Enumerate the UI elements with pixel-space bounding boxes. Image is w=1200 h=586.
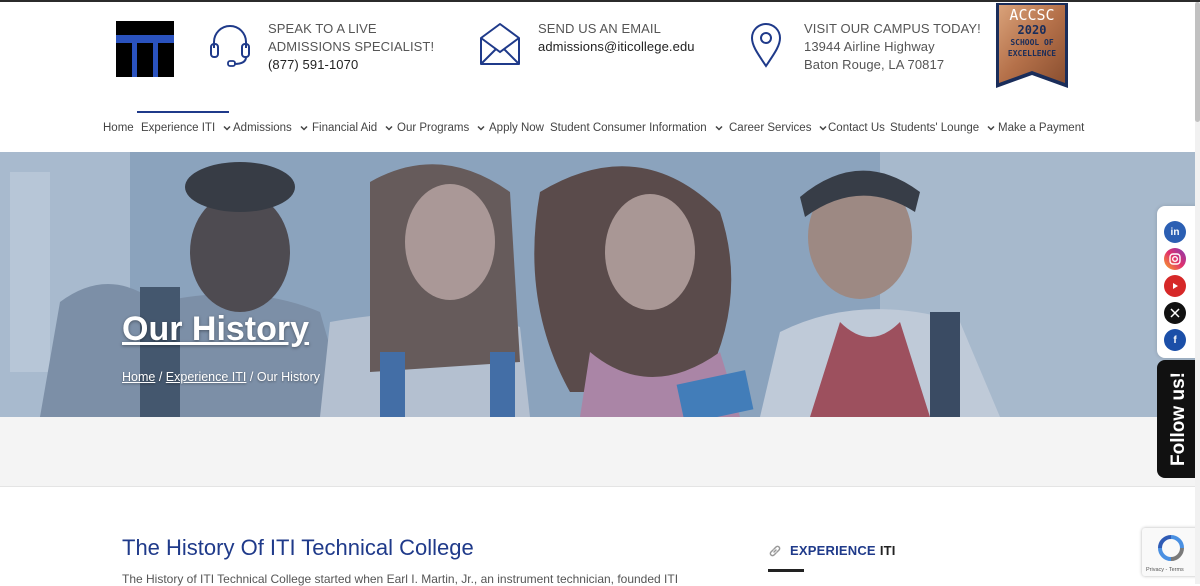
campus-address-2: Baton Rouge, LA 70817 — [804, 57, 945, 72]
sidebar-heading-underline — [768, 569, 804, 572]
linkedin-icon[interactable]: in — [1164, 221, 1186, 243]
scrollbar-thumb[interactable] — [1195, 2, 1200, 122]
page-scrollbar[interactable] — [1195, 2, 1200, 584]
email-contact: SEND US AN EMAIL admissions@iticollege.e… — [478, 20, 695, 70]
nav-item-experience-iti[interactable]: Experience ITI — [141, 113, 231, 143]
article-heading: The History Of ITI Technical College — [122, 535, 474, 560]
phone-contact: SPEAK TO A LIVE ADMISSIONS SPECIALIST! (… — [208, 20, 434, 74]
envelope-icon — [480, 23, 520, 65]
headset-icon — [210, 25, 250, 67]
recaptcha-text[interactable]: Privacy - Terms — [1146, 567, 1184, 573]
location-pin-icon — [750, 23, 782, 68]
breadcrumb-current: Our History — [256, 370, 321, 384]
chevron-down-icon — [715, 125, 723, 131]
breadcrumb-home-link[interactable]: Home — [122, 370, 155, 384]
nav-item-admissions[interactable]: Admissions — [233, 113, 308, 143]
chevron-down-icon — [477, 125, 485, 131]
nav-item-home[interactable]: Home — [103, 113, 134, 143]
nav-item-student-consumer-information[interactable]: Student Consumer Information — [550, 113, 723, 143]
breadcrumb-experience-iti-link[interactable]: Experience ITI — [166, 370, 247, 384]
badge-line-4: EXCELLENCE — [1007, 49, 1057, 58]
email-address-link[interactable]: admissions@iticollege.edu — [538, 38, 695, 56]
nav-item-career-services[interactable]: Career Services — [729, 113, 827, 143]
nav-item-our-programs[interactable]: Our Programs — [397, 113, 485, 143]
accsc-excellence-badge: ACCSC 2020 SCHOOL OF EXCELLENCE — [995, 3, 1069, 89]
recaptcha-icon — [1158, 535, 1184, 561]
campus-contact: VISIT OUR CAMPUS TODAY! 13944 Airline Hi… — [744, 20, 981, 74]
sidebar-heading: EXPERIENCE ITI — [768, 543, 896, 558]
nav-item-apply-now[interactable]: Apply Now — [489, 113, 544, 143]
follow-us-tab[interactable]: Follow us! — [1157, 360, 1200, 478]
sidebar-heading-blue: EXPERIENCE — [790, 543, 876, 558]
facebook-icon[interactable]: f — [1164, 329, 1186, 351]
chevron-down-icon — [987, 125, 995, 131]
phone-heading-1: SPEAK TO A LIVE — [268, 21, 377, 36]
x-twitter-icon[interactable] — [1164, 302, 1186, 324]
chevron-down-icon — [223, 125, 231, 131]
email-heading: SEND US AN EMAIL — [538, 21, 661, 36]
chevron-down-icon — [819, 125, 827, 131]
page-title: Our History — [122, 310, 310, 348]
main-navigation: Home Experience ITI Admissions Financial… — [0, 113, 1200, 143]
recaptcha-badge[interactable]: Privacy - Terms — [1142, 528, 1200, 576]
nav-item-students-lounge[interactable]: Students' Lounge — [890, 113, 995, 143]
breadcrumb-separator: / — [249, 370, 254, 384]
phone-heading-2: ADMISSIONS SPECIALIST! — [268, 39, 435, 54]
campus-heading: VISIT OUR CAMPUS TODAY! — [804, 21, 981, 36]
sidebar-heading-dark: ITI — [879, 543, 896, 558]
chevron-down-icon — [300, 125, 308, 131]
campus-address-1: 13944 Airline Highway — [804, 39, 935, 54]
iti-logo[interactable] — [116, 21, 174, 77]
breadcrumb-separator: / — [158, 370, 163, 384]
badge-line-2: 2020 — [1017, 23, 1047, 37]
instagram-icon[interactable] — [1164, 248, 1186, 270]
section-divider-band — [0, 417, 1200, 487]
youtube-icon[interactable] — [1164, 275, 1186, 297]
breadcrumb: Home / Experience ITI / Our History — [122, 370, 320, 384]
nav-item-make-a-payment[interactable]: Make a Payment — [998, 113, 1084, 143]
chevron-down-icon — [385, 125, 393, 131]
badge-line-3: SCHOOL OF — [1010, 38, 1054, 47]
badge-line-1: ACCSC — [1009, 6, 1055, 24]
link-icon — [769, 545, 781, 556]
site-header: SPEAK TO A LIVE ADMISSIONS SPECIALIST! (… — [0, 2, 1200, 152]
follow-us-label: Follow us! — [1167, 372, 1189, 466]
phone-number-link[interactable]: (877) 591-1070 — [268, 56, 434, 74]
nav-item-financial-aid[interactable]: Financial Aid — [312, 113, 393, 143]
social-links-bar: in f — [1157, 206, 1200, 358]
nav-item-contact-us[interactable]: Contact Us — [828, 113, 885, 143]
